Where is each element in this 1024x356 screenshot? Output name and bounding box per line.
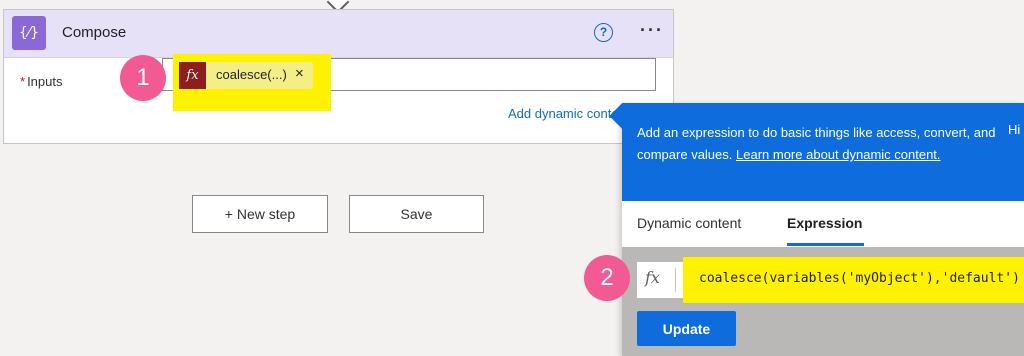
required-mark: * bbox=[20, 74, 26, 89]
active-tab-indicator bbox=[787, 243, 864, 246]
banner-text: Add an expression to do basic things lik… bbox=[637, 122, 997, 166]
inputs-label: * Inputs bbox=[20, 74, 62, 89]
panel-tabs: Dynamic content Expression bbox=[622, 201, 1024, 247]
step-badge-2: 2 bbox=[584, 255, 630, 301]
fx-icon: fx bbox=[645, 268, 660, 287]
expression-token[interactable]: fx coalesce(...) × bbox=[179, 62, 313, 89]
learn-more-link[interactable]: Learn more about dynamic content. bbox=[736, 147, 941, 162]
compose-card-header[interactable]: {⁄} Compose ? ··· bbox=[4, 10, 673, 58]
update-button[interactable]: Update bbox=[637, 311, 736, 346]
expression-editor-area: fx coalesce(variables('myObject'),'defau… bbox=[622, 247, 1024, 356]
compose-icon: {⁄} bbox=[12, 16, 46, 50]
step-badge-1: 1 bbox=[120, 55, 166, 101]
card-title: Compose bbox=[62, 24, 127, 41]
new-step-button[interactable]: + New step bbox=[192, 195, 328, 233]
dynamic-content-panel: Add an expression to do basic things lik… bbox=[609, 103, 1024, 356]
hide-banner-link[interactable]: Hi bbox=[1008, 122, 1020, 137]
divider bbox=[675, 268, 676, 292]
token-label: coalesce(...) bbox=[216, 67, 287, 82]
fx-icon: fx bbox=[179, 62, 206, 89]
expression-input[interactable]: fx coalesce(variables('myObject'),'defau… bbox=[637, 257, 1024, 303]
tab-expression[interactable]: Expression bbox=[787, 215, 862, 231]
tab-dynamic-content[interactable]: Dynamic content bbox=[637, 215, 741, 231]
inputs-label-text: Inputs bbox=[27, 74, 63, 89]
expression-value[interactable]: coalesce(variables('myObject'),'default'… bbox=[699, 271, 1020, 286]
remove-token-icon[interactable]: × bbox=[295, 65, 304, 82]
add-dynamic-content-link[interactable]: Add dynamic content bbox=[508, 106, 626, 121]
more-options-icon[interactable]: ··· bbox=[640, 20, 664, 41]
help-icon[interactable]: ? bbox=[594, 23, 613, 42]
panel-info-banner: Add an expression to do basic things lik… bbox=[609, 103, 1024, 201]
save-button[interactable]: Save bbox=[349, 195, 484, 233]
